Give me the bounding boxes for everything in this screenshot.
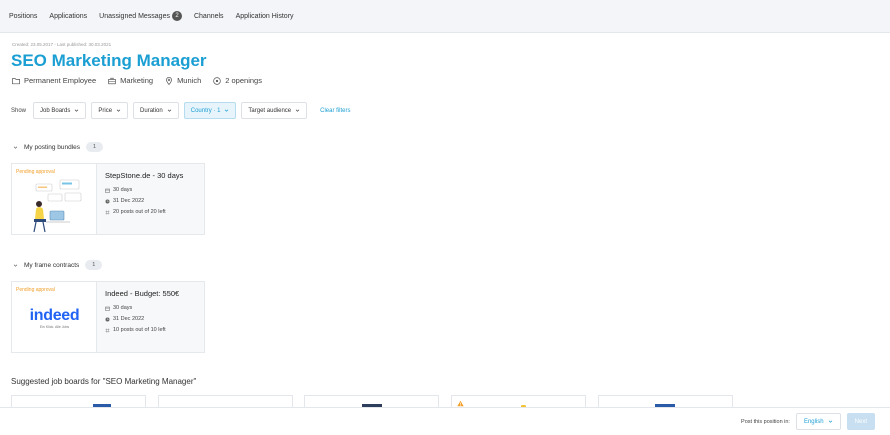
nav-application-history-label: Application History	[235, 12, 294, 20]
suggested-section-title: Suggested job boards for "SEO Marketing …	[11, 377, 197, 386]
filter-bar: Show Job Boards Price Duration Country ·…	[11, 102, 350, 119]
clock-icon	[105, 199, 110, 203]
bundle-card-details: StepStone.de - 30 days 30 days 31 Dec 20…	[97, 164, 191, 234]
employment-type: Permanent Employee	[12, 76, 96, 85]
contract-expiry-label: 31 Dec 2022	[113, 316, 145, 322]
nav-applications-label: Applications	[49, 12, 88, 20]
bundle-expiry: 31 Dec 2022	[105, 198, 183, 204]
filter-country-label: Country · 1	[190, 107, 221, 114]
language-select-value: English	[803, 418, 824, 425]
nav-application-history[interactable]: Application History	[236, 13, 294, 20]
openings: 2 openings	[213, 76, 262, 85]
contract-card-title: Indeed - Budget: 550€	[105, 289, 180, 298]
filter-target-audience-label: Target audience	[248, 107, 292, 114]
target-icon	[213, 76, 221, 85]
bundle-duration-label: 30 days	[113, 187, 133, 193]
footer-bar: Post this position in: English Next	[0, 407, 890, 435]
bundle-duration: 30 days	[105, 187, 183, 193]
nav-positions-label: Positions	[9, 12, 38, 20]
filter-price-label: Price	[98, 107, 113, 114]
contract-posts-label: 10 posts out of 10 left	[113, 327, 166, 333]
nav-unassigned-messages[interactable]: Unassigned Messages 2	[99, 11, 182, 21]
nav-unassigned-messages-label: Unassigned Messages	[99, 12, 170, 20]
chevron-down-icon	[13, 264, 18, 267]
filter-duration-label: Duration	[140, 107, 163, 114]
nav-channels-label: Channels	[193, 12, 224, 20]
bundle-posts: 20 posts out of 20 left	[105, 209, 183, 215]
nav-channels[interactable]: Channels	[194, 13, 224, 20]
contract-card-indeed[interactable]: Pending approval indeed Ein Klick. Alle …	[11, 281, 205, 353]
filter-job-boards-label: Job Boards	[40, 107, 71, 114]
indeed-logo-text: indeed	[29, 307, 80, 324]
job-search-illustration-icon	[33, 179, 82, 233]
top-navigation: Positions Applications Unassigned Messag…	[0, 0, 890, 33]
indeed-logo-tagline: Ein Klick. Alle Jobs	[39, 325, 70, 329]
chevron-down-icon	[828, 420, 832, 423]
filter-price[interactable]: Price	[91, 102, 129, 119]
filter-country[interactable]: Country · 1	[183, 102, 237, 119]
bundle-card-image: Pending approval	[12, 164, 97, 234]
position-meta: Created: 23.05.2017 - Last published: 30…	[12, 42, 112, 47]
openings-label: 2 openings	[225, 76, 262, 85]
location-pin-icon	[166, 76, 172, 85]
bundles-section-title: My posting bundles	[24, 143, 81, 151]
nav-positions[interactable]: Positions	[9, 13, 37, 20]
clear-filters-link[interactable]: Clear filters	[320, 108, 350, 114]
next-button[interactable]: Next	[846, 413, 875, 430]
bundle-card-stepstone[interactable]: Pending approval StepStone.de - 30 days …	[11, 163, 205, 235]
contract-duration-label: 30 days	[113, 305, 133, 311]
location: Munich	[165, 76, 201, 85]
chevron-down-icon	[295, 109, 300, 112]
language-select[interactable]: English	[795, 413, 841, 430]
department: Marketing	[108, 76, 153, 85]
pending-approval-label: Pending approval	[16, 287, 55, 293]
chevron-down-icon	[116, 109, 121, 112]
bundles-section-toggle[interactable]: My posting bundles 1	[13, 142, 104, 152]
contract-expiry: 31 Dec 2022	[105, 316, 179, 322]
filter-duration[interactable]: Duration	[133, 102, 179, 119]
chevron-down-icon	[225, 109, 229, 112]
department-label: Marketing	[120, 76, 154, 85]
nav-applications[interactable]: Applications	[49, 13, 87, 20]
filter-job-boards[interactable]: Job Boards	[33, 102, 87, 119]
page-title: SEO Marketing Manager	[11, 51, 207, 70]
show-label: Show	[11, 107, 27, 114]
bundle-card-title: StepStone.de - 30 days	[105, 171, 184, 180]
contract-duration: 30 days	[105, 305, 179, 311]
bundle-expiry-label: 31 Dec 2022	[113, 198, 145, 204]
hashtag-icon	[105, 327, 110, 333]
folder-icon	[12, 77, 20, 84]
bundles-count-badge: 1	[86, 142, 104, 152]
calendar-icon	[105, 306, 110, 311]
chevron-down-icon	[13, 146, 18, 149]
unassigned-count-badge: 2	[171, 11, 182, 21]
contract-card-details: Indeed - Budget: 550€ 30 days 31 Dec 202…	[97, 282, 187, 352]
filter-target-audience[interactable]: Target audience	[241, 102, 308, 119]
bundle-posts-label: 20 posts out of 20 left	[113, 209, 166, 215]
contract-card-image: Pending approval indeed Ein Klick. Alle …	[12, 282, 97, 352]
post-position-label: Post this position in:	[741, 418, 790, 425]
contracts-section-title: My frame contracts	[24, 261, 80, 269]
employment-type-label: Permanent Employee	[24, 76, 97, 85]
calendar-icon	[105, 188, 110, 193]
hashtag-icon	[105, 209, 110, 215]
clock-icon	[105, 317, 110, 321]
briefcase-icon	[108, 77, 116, 84]
contracts-count-badge: 1	[85, 260, 103, 270]
chevron-down-icon	[75, 109, 79, 112]
contract-posts: 10 posts out of 10 left	[105, 327, 179, 333]
position-attributes: Permanent Employee Marketing Munich 2 op…	[12, 76, 262, 85]
chevron-down-icon	[167, 109, 171, 112]
warning-icon	[457, 400, 464, 407]
contracts-section-toggle[interactable]: My frame contracts 1	[13, 260, 103, 270]
indeed-logo: indeed Ein Klick. Alle Jobs	[12, 307, 97, 330]
location-label: Munich	[177, 76, 202, 85]
